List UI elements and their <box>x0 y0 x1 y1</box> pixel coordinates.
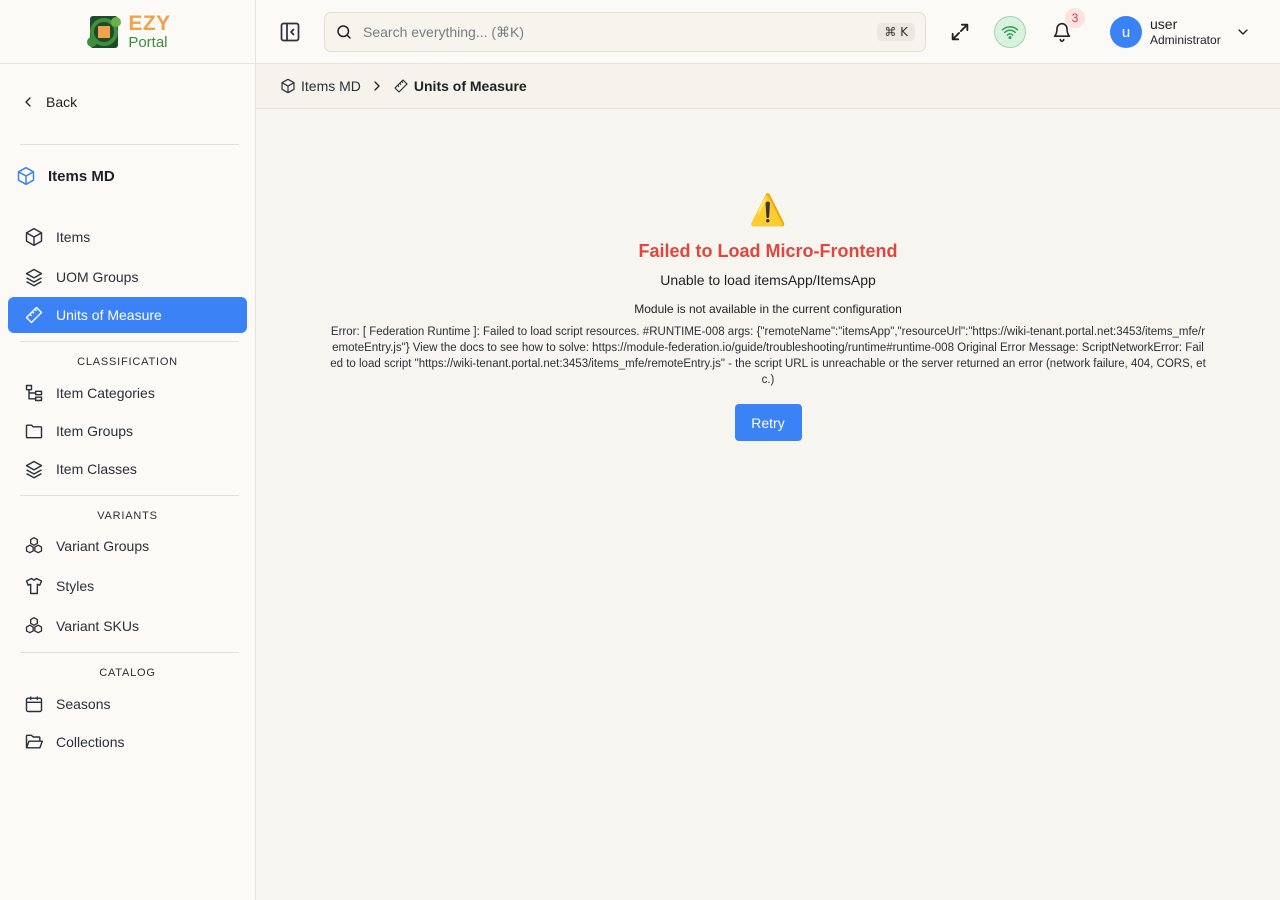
sidebar-item-label: Variant SKUs <box>56 618 139 634</box>
ruler-icon <box>394 79 408 93</box>
sidebar-item-label: Seasons <box>56 696 111 712</box>
error-title: Failed to Load Micro-Frontend <box>638 241 898 261</box>
search-icon <box>337 25 351 39</box>
breadcrumb-item-items-md[interactable]: Items MD <box>280 78 361 94</box>
search-input[interactable] <box>363 24 878 40</box>
boxes-icon <box>25 617 43 634</box>
error-detail: Error: [ Federation Runtime ]: Failed to… <box>330 326 1206 386</box>
module-title: Items MD <box>16 164 115 188</box>
sidebar-divider <box>20 341 239 342</box>
breadcrumb-label: Units of Measure <box>413 78 527 94</box>
sidebar-item-label: Units of Measure <box>56 307 162 323</box>
tree-icon <box>25 384 43 402</box>
chevron-down-icon <box>1238 29 1248 35</box>
logo-text: EZY Portal <box>128 13 170 50</box>
sidebar-item-variant-skus[interactable]: Variant SKUs <box>8 608 247 644</box>
module-title-label: Items MD <box>48 167 115 185</box>
chevron-right-icon <box>374 81 380 91</box>
breadcrumb-label: Items MD <box>301 78 361 94</box>
sidebar-item-label: Item Groups <box>56 423 134 439</box>
calendar-icon <box>25 696 43 713</box>
user-menu[interactable]: u user Administrator <box>1110 16 1251 48</box>
sidebar-item-items[interactable]: Items <box>8 219 247 255</box>
section-title-variants: VARIANTS <box>97 510 158 522</box>
top-header: ⌘ K 3 u user Administrator <box>256 0 1280 64</box>
sidebar-item-variant-groups[interactable]: Variant Groups <box>8 528 247 564</box>
search-box[interactable]: ⌘ K <box>324 12 926 52</box>
ruler-icon <box>25 306 43 324</box>
breadcrumb-item-units-of-measure: Units of Measure <box>393 78 527 94</box>
connection-status-button[interactable] <box>994 16 1026 48</box>
warning-icon: ⚠️ <box>749 194 787 227</box>
sidebar-item-item-categories[interactable]: Item Categories <box>8 375 247 411</box>
logo-brand-top: EZY <box>128 12 171 35</box>
sidebar-item-seasons[interactable]: Seasons <box>8 686 247 722</box>
sidebar-item-units-of-measure[interactable]: Units of Measure <box>8 297 247 333</box>
notification-count-badge: 3 <box>1065 8 1085 28</box>
box-icon <box>17 166 35 186</box>
sidebar-item-label: UOM Groups <box>56 269 139 285</box>
wifi-icon <box>1001 26 1019 40</box>
boxes-icon <box>25 537 43 554</box>
panel-collapse-icon <box>280 22 300 42</box>
back-button[interactable]: Back <box>20 90 77 114</box>
sidebar-item-item-groups[interactable]: Item Groups <box>8 413 247 449</box>
sidebar-item-item-classes[interactable]: Item Classes <box>8 451 247 487</box>
section-title-classification: CLASSIFICATION <box>77 356 178 368</box>
expand-icon <box>951 23 969 41</box>
user-role: Administrator <box>1150 33 1221 48</box>
section-title-catalog: CATALOG <box>99 667 156 679</box>
folder-open-icon <box>25 734 44 749</box>
chevron-left-icon <box>25 97 31 107</box>
layers-icon <box>25 268 43 287</box>
breadcrumb: Items MD Units of Measure <box>256 64 1280 109</box>
avatar: u <box>1110 16 1142 48</box>
folder-icon <box>25 424 43 439</box>
sidebar-toggle-button[interactable] <box>278 20 302 44</box>
search-shortcut-badge: ⌘ K <box>877 23 915 41</box>
retry-button[interactable]: Retry <box>734 404 802 441</box>
error-panel: ⚠️ Failed to Load Micro-Frontend Unable … <box>320 189 1216 441</box>
sidebar-item-label: Collections <box>56 734 125 750</box>
user-name: user <box>1150 15 1178 32</box>
layers-icon <box>25 460 43 479</box>
box-icon <box>25 227 43 247</box>
logo-area: EZY Portal <box>0 0 255 64</box>
user-info: user Administrator <box>1150 16 1221 49</box>
logo[interactable]: EZY Portal <box>84 12 170 52</box>
sidebar-item-uom-groups[interactable]: UOM Groups <box>8 259 247 295</box>
error-subtitle: Unable to load itemsApp/ItemsApp <box>660 272 876 288</box>
sidebar-divider <box>20 652 239 653</box>
sidebar-divider <box>20 144 239 145</box>
fullscreen-button[interactable] <box>944 16 976 48</box>
sidebar-divider <box>20 495 239 496</box>
sidebar-item-label: Item Classes <box>56 461 137 477</box>
main-content: ⚠️ Failed to Load Micro-Frontend Unable … <box>256 109 1280 900</box>
sidebar-item-label: Variant Groups <box>56 538 150 554</box>
sidebar-item-label: Items <box>56 229 91 245</box>
box-icon <box>281 78 295 94</box>
sidebar-item-styles[interactable]: Styles <box>8 568 247 604</box>
logo-mark-icon <box>87 15 122 48</box>
shirt-icon <box>25 577 43 595</box>
back-label: Back <box>46 94 78 110</box>
sidebar-item-collections[interactable]: Collections <box>8 724 247 760</box>
sidebar-item-label: Item Categories <box>56 385 155 401</box>
sidebar-item-label: Styles <box>56 578 95 594</box>
logo-brand-bottom: Portal <box>128 34 168 51</box>
error-module-message: Module is not available in the current c… <box>634 302 902 316</box>
sidebar: EZY Portal Back Items MD Items UOM Group… <box>0 0 256 900</box>
